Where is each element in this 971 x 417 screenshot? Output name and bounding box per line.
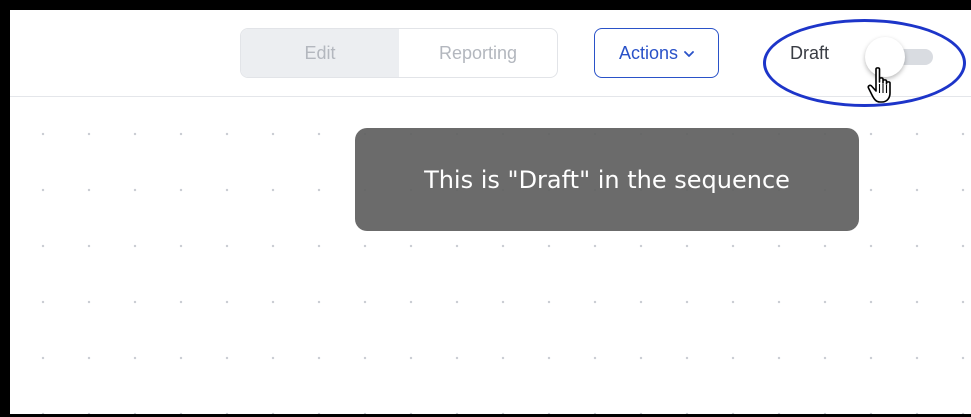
actions-label: Actions: [618, 42, 679, 63]
draft-label: Draft: [790, 43, 830, 63]
tooltip-text: This is "Draft" in the sequence: [424, 165, 790, 194]
view-switcher: Edit Reporting: [240, 28, 558, 78]
actions-button[interactable]: Actions: [594, 28, 719, 78]
tooltip: This is "Draft" in the sequence: [355, 128, 859, 231]
draft-toggle[interactable]: [865, 37, 935, 77]
toggle-knob[interactable]: [865, 37, 905, 77]
chevron-down-icon: [684, 47, 694, 61]
tab-reporting[interactable]: Reporting: [399, 29, 557, 77]
tab-edit[interactable]: Edit: [241, 29, 399, 77]
toolbar: Edit Reporting Actions Draft: [10, 10, 971, 97]
